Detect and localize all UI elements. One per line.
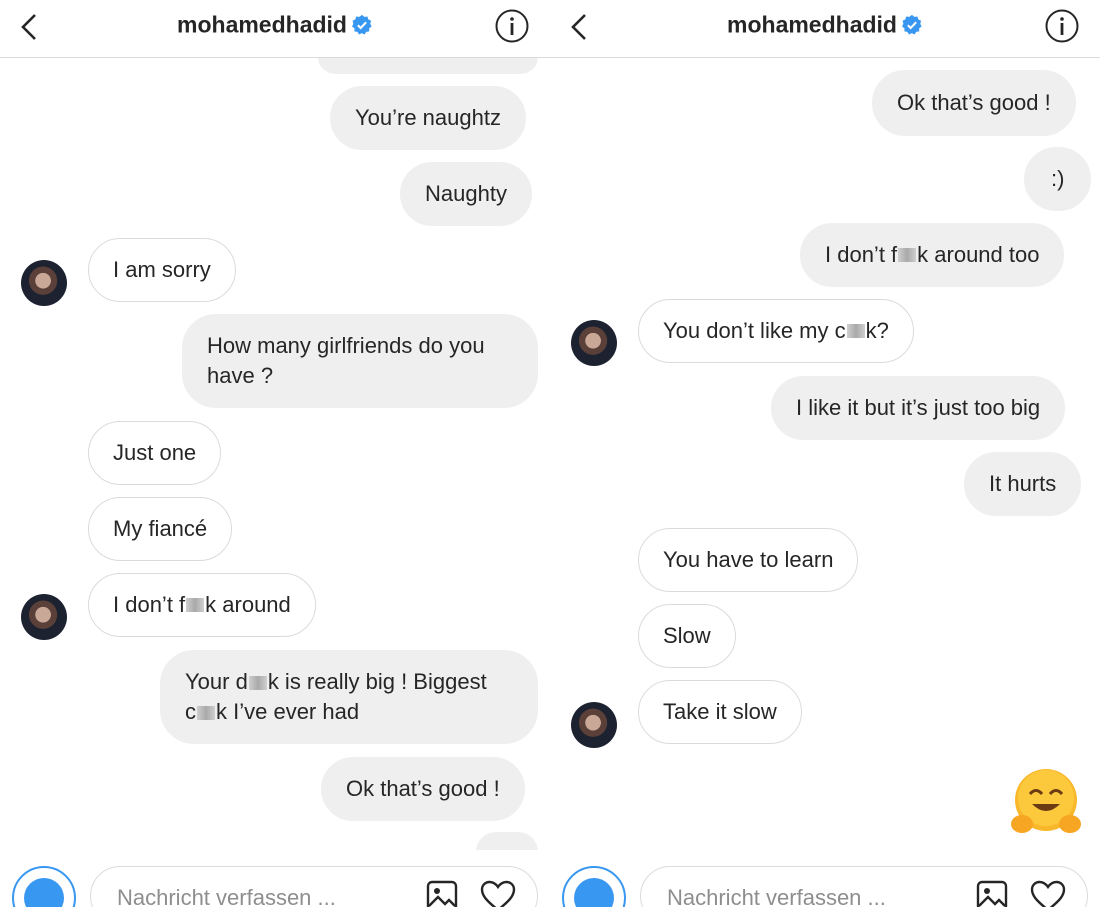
message-input[interactable]: Nachricht verfassen ...: [90, 866, 538, 907]
message-bubble-incoming[interactable]: Take it slow: [638, 680, 802, 744]
chat-header: mohamedhadid: [550, 0, 1100, 58]
heart-icon[interactable]: [479, 879, 517, 907]
avatar[interactable]: [571, 702, 617, 748]
camera-button[interactable]: [562, 866, 626, 907]
hugging-face-emoji[interactable]: [1006, 766, 1086, 838]
censor-blur: [898, 248, 917, 262]
message-bubble-outgoing[interactable]: You’re naughtz: [330, 86, 526, 150]
username[interactable]: mohamedhadid: [177, 11, 347, 37]
message-bubble-incoming[interactable]: I don’t fk around: [88, 573, 316, 637]
message-bubble-incoming[interactable]: You don’t like my c k?: [638, 299, 914, 363]
message-bubble-incoming[interactable]: My fiancé: [88, 497, 233, 561]
message-bubble-incoming[interactable]: Slow: [638, 604, 736, 668]
gallery-icon[interactable]: [975, 879, 1009, 907]
message-placeholder: Nachricht verfassen ...: [117, 885, 336, 907]
message-input[interactable]: Nachricht verfassen ...: [640, 866, 1088, 907]
message-placeholder: Nachricht verfassen ...: [667, 885, 886, 907]
message-bubble-outgoing[interactable]: Ok that’s good !: [321, 757, 525, 821]
message-bubble-outgoing[interactable]: Your dk is really big ! Biggest ck I’ve …: [160, 650, 538, 744]
censor-blur: [197, 706, 215, 721]
censor-blur: [186, 598, 205, 612]
chat-title[interactable]: mohamedhadid: [0, 10, 550, 38]
message-bubble-outgoing[interactable]: I like it but it’s just too big: [771, 376, 1066, 440]
message-composer: Nachricht verfassen ...: [0, 850, 550, 907]
message-bubble-outgoing[interactable]: :): [1024, 147, 1092, 211]
camera-icon: [24, 878, 64, 907]
message-bubble-outgoing[interactable]: It hurts: [964, 452, 1082, 516]
username[interactable]: mohamedhadid: [727, 11, 897, 37]
avatar[interactable]: [571, 320, 617, 366]
message-bubble-incoming[interactable]: I am sorry: [88, 238, 236, 302]
chat-header: mohamedhadid: [0, 0, 550, 58]
avatar[interactable]: [21, 594, 67, 640]
verified-badge-icon: [901, 14, 922, 35]
message-bubble-outgoing[interactable]: I don’t fk around too: [800, 223, 1065, 287]
heart-icon[interactable]: [1029, 879, 1067, 907]
camera-icon: [574, 878, 614, 907]
message-bubble-incoming[interactable]: Just one: [88, 421, 222, 485]
message-bubble-incoming[interactable]: You have to learn: [638, 528, 859, 592]
chat-title[interactable]: mohamedhadid: [550, 10, 1100, 38]
chat-panel-left: mohamedhadid You’re naughtz Naughty I am…: [0, 0, 550, 907]
message-bubble-outgoing[interactable]: Ok that’s good !: [872, 70, 1076, 136]
message-composer: Nachricht verfassen ...: [550, 850, 1100, 907]
info-icon[interactable]: [494, 8, 530, 44]
gallery-icon[interactable]: [425, 879, 459, 907]
censor-blur: [248, 676, 267, 691]
chat-panel-right: mohamedhadid Ok that’s good ! :) I don’t…: [550, 0, 1100, 907]
avatar[interactable]: [21, 260, 67, 306]
camera-button[interactable]: [12, 866, 76, 907]
message-bubble-outgoing[interactable]: Naughty: [400, 162, 532, 226]
verified-badge-icon: [351, 14, 372, 35]
info-icon[interactable]: [1044, 8, 1080, 44]
split-screenshot: mohamedhadid You’re naughtz Naughty I am…: [0, 0, 1100, 907]
message-bubble-outgoing[interactable]: How many girlfriends do you have ?: [182, 314, 538, 408]
censor-blur: [846, 324, 865, 338]
